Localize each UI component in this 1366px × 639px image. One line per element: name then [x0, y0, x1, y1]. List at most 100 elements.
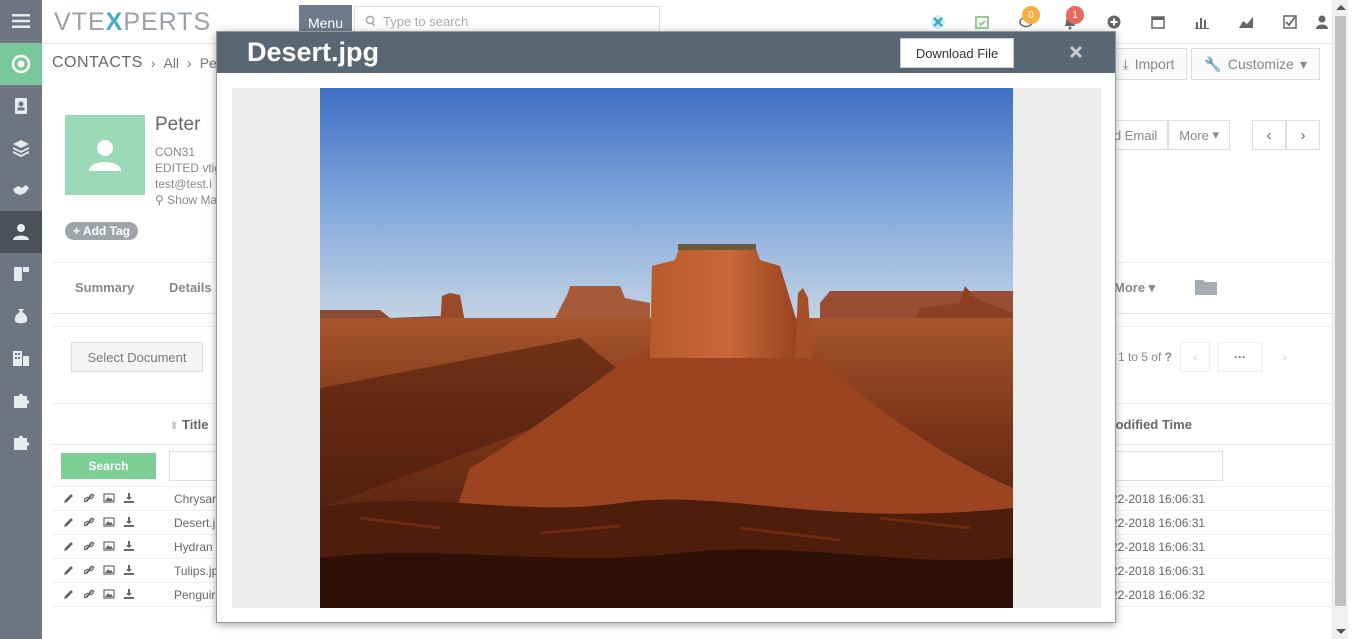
pager-dots-button[interactable]: ···	[1218, 342, 1262, 372]
pager-next-button[interactable]: ›	[1270, 342, 1300, 372]
row-title[interactable]: Hydran	[174, 540, 213, 554]
record-edited: EDITED vtig	[155, 161, 222, 175]
edit-icon[interactable]	[62, 515, 76, 529]
image-preview-icon[interactable]	[102, 515, 116, 529]
row-title[interactable]: Tulips.jp	[174, 564, 218, 578]
bar-chart-icon[interactable]	[1180, 0, 1224, 44]
file-preview-modal: Desert.jpg Download File	[216, 31, 1116, 623]
calendar-icon[interactable]	[1136, 0, 1180, 44]
area-chart-icon[interactable]	[1224, 0, 1268, 44]
chevron-right-icon: ›	[187, 55, 192, 71]
record-actions: d Email More ▾	[1102, 120, 1230, 150]
handshake-icon[interactable]	[0, 169, 42, 211]
row-modified-time: 22-2018 16:06:32	[1111, 588, 1206, 602]
right-edge	[1348, 0, 1366, 639]
tab-details[interactable]: Details	[169, 280, 212, 295]
image-preview-icon[interactable]	[102, 587, 116, 601]
add-tag-button[interactable]: + Add Tag	[65, 222, 139, 240]
puzzle-icon-2[interactable]	[0, 421, 42, 463]
link-icon[interactable]	[82, 515, 96, 529]
wrench-icon: 🔧	[1204, 55, 1222, 72]
breadcrumb-module[interactable]: CONTACTS	[52, 54, 143, 72]
modified-time-column-header[interactable]: lodified Time	[1112, 417, 1192, 432]
link-icon[interactable]	[82, 587, 96, 601]
image-preview-icon[interactable]	[102, 563, 116, 577]
modified-time-filter-input[interactable]	[1111, 451, 1223, 481]
scroll-up-arrow[interactable]	[1336, 5, 1346, 10]
image-preview-icon[interactable]	[102, 491, 116, 505]
user-icon[interactable]	[1312, 0, 1332, 44]
page-scrollbar[interactable]	[1332, 0, 1348, 639]
map-marker-icon: ⚲	[155, 193, 164, 207]
edit-icon[interactable]	[62, 539, 76, 553]
download-icon: ⤓	[1122, 55, 1129, 72]
scroll-down-arrow[interactable]	[1336, 629, 1346, 634]
search-button[interactable]: Search	[61, 453, 156, 479]
checkbox-icon[interactable]	[1268, 0, 1312, 44]
chevron-right-icon: ›	[150, 55, 156, 71]
row-actions	[62, 491, 136, 505]
row-actions	[62, 515, 136, 529]
puzzle-icon[interactable]	[0, 379, 42, 421]
edit-icon[interactable]	[62, 491, 76, 505]
previous-record-button[interactable]: ‹	[1252, 120, 1286, 150]
link-icon[interactable]	[82, 563, 96, 577]
import-button[interactable]: ⤓ Import	[1109, 48, 1188, 80]
record-number: CON31	[155, 145, 196, 159]
folder-icon[interactable]	[1194, 277, 1218, 297]
row-title[interactable]: Penguir	[174, 588, 215, 602]
edit-icon[interactable]	[62, 563, 76, 577]
pager: 1 to 5 of ? ‹ ··· ›	[1118, 342, 1300, 372]
breadcrumb-filter[interactable]: All	[163, 55, 179, 71]
download-icon[interactable]	[122, 563, 136, 577]
tab-summary[interactable]: Summary	[75, 280, 134, 295]
caret-down-icon: ▾	[1299, 55, 1307, 72]
close-icon[interactable]	[1066, 42, 1086, 62]
show-map-link[interactable]: ⚲ Show Ma	[155, 193, 217, 207]
row-modified-time: 22-2018 16:06:31	[1111, 564, 1206, 578]
record-email[interactable]: test@test.i	[155, 177, 212, 191]
money-bag-icon[interactable]	[0, 295, 42, 337]
download-icon[interactable]	[122, 491, 136, 505]
mobile-icon[interactable]	[0, 253, 42, 295]
row-actions	[62, 539, 136, 553]
download-icon[interactable]	[122, 587, 136, 601]
row-modified-time: 22-2018 16:06:31	[1111, 492, 1206, 506]
desert-photo	[320, 88, 1013, 608]
row-modified-time: 22-2018 16:06:31	[1111, 540, 1206, 554]
customize-button[interactable]: 🔧 Customize ▾	[1191, 48, 1320, 80]
download-file-button[interactable]: Download File	[900, 38, 1014, 68]
row-actions	[62, 563, 136, 577]
more-dropdown[interactable]: More ▾	[1168, 120, 1230, 150]
link-icon[interactable]	[82, 491, 96, 505]
scroll-thumb[interactable]	[1335, 16, 1346, 606]
header-actions: ⤓ Import 🔧 Customize ▾	[1109, 48, 1320, 80]
modal-header: Desert.jpg Download File	[217, 32, 1115, 73]
row-title[interactable]: Chrysar	[174, 492, 216, 506]
select-document-button[interactable]: Select Document	[71, 342, 203, 372]
download-icon[interactable]	[122, 539, 136, 553]
download-icon[interactable]	[122, 515, 136, 529]
record-navigation: ‹ ›	[1252, 120, 1320, 150]
image-preview-icon[interactable]	[102, 539, 116, 553]
link-icon[interactable]	[82, 539, 96, 553]
layers-icon[interactable]	[0, 127, 42, 169]
home-icon[interactable]	[0, 43, 42, 85]
title-filter-input[interactable]	[169, 451, 219, 481]
search-placeholder: Type to search	[383, 13, 469, 29]
address-book-icon[interactable]	[0, 85, 42, 127]
tab-more[interactable]: More ▾	[1114, 280, 1155, 296]
contacts-icon[interactable]	[0, 211, 42, 253]
edit-icon[interactable]	[62, 587, 76, 601]
pager-prev-button[interactable]: ‹	[1180, 342, 1210, 372]
chat-badge: 0	[1022, 6, 1040, 24]
row-modified-time: 22-2018 16:06:31	[1111, 516, 1206, 530]
avatar	[65, 115, 145, 195]
building-icon[interactable]	[0, 337, 42, 379]
vtexperts-logo: VTEXPERTS	[54, 8, 212, 36]
title-column-header[interactable]: ⇕ Title	[170, 417, 209, 432]
row-title[interactable]: Desert.j	[174, 516, 215, 530]
next-record-button[interactable]: ›	[1286, 120, 1320, 150]
hamburger-menu-icon[interactable]	[0, 0, 42, 42]
notification-badge: 1	[1066, 6, 1084, 24]
